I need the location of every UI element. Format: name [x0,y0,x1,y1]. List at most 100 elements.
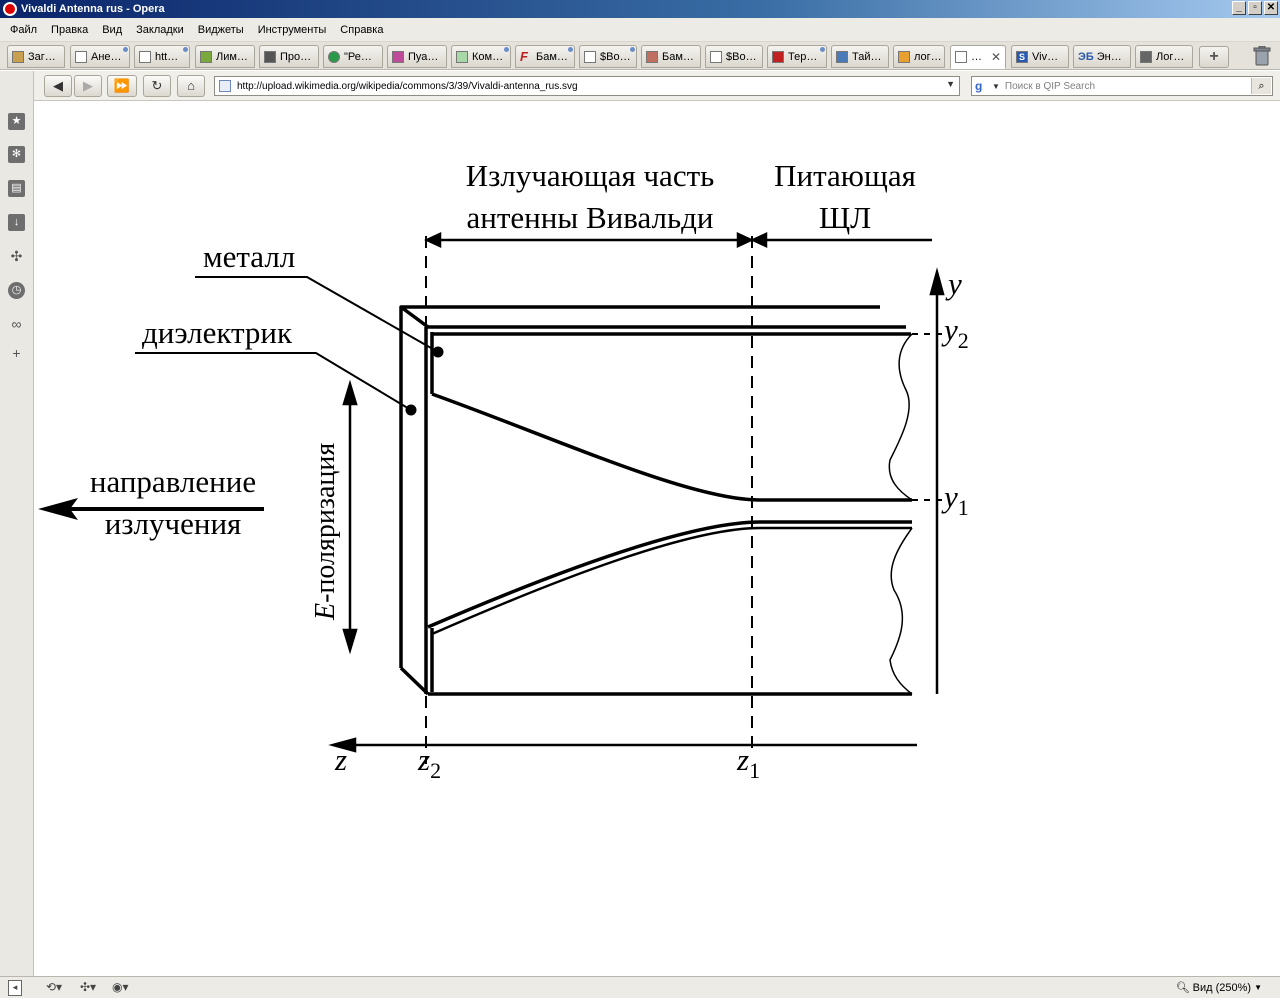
window-titlebar: Vivaldi Antenna rus - Opera _ ▫ ✕ [0,0,1280,18]
tab-label: Тай… [852,50,882,63]
unite-icon[interactable]: ✣▾ [80,980,96,996]
upper-taper-curve [431,392,912,502]
tab-label: Про… [280,50,312,63]
url-text[interactable]: http://upload.wikimedia.org/wikipedia/co… [237,81,578,92]
bookmarks-icon[interactable]: ★ [8,113,25,130]
tab-12[interactable]: $Bo… [705,45,763,68]
turbo-icon[interactable]: ◉▾ [112,980,129,996]
tab-16-active[interactable]: … ✕ [950,45,1006,69]
search-input[interactable]: Поиск в QIP Search [1005,81,1095,92]
tab-7[interactable]: Пуа… [387,45,447,68]
search-button[interactable]: ⌕ [1251,78,1271,94]
heading-feed-line1: Питающая [774,158,916,193]
label-direction-line1: направление [90,464,256,499]
menu-edit[interactable]: Правка [44,24,95,36]
widgets-icon[interactable]: ✻ [8,146,25,163]
dimension-arrowhead [750,232,768,248]
forward-button[interactable]: ▶ [74,75,102,97]
notes-icon[interactable]: ▤ [8,180,25,197]
plant-icon [200,50,212,63]
tab-4[interactable]: Лим… [195,45,255,68]
tab-label: $Bo… [600,50,631,63]
dielectric-corner-top [399,305,430,329]
tab-13[interactable]: Тер… [767,45,827,68]
menu-file[interactable]: Файл [3,24,44,36]
tab-18[interactable]: ЭБ Эн… [1073,45,1131,68]
tab-11[interactable]: Бам… [641,45,701,68]
dimension-arrowhead [424,232,442,248]
tab-status-dot [504,47,509,52]
menu-help[interactable]: Справка [333,24,390,36]
lower-taper-outer [427,520,912,629]
links-icon[interactable]: ∞ [8,316,25,333]
zoom-icon: 🔍︎ [1175,982,1190,994]
leaf-icon [456,50,468,63]
axis-z-label: z [334,742,347,777]
search-engine-icon[interactable]: g [975,79,991,93]
zoom-control[interactable]: 🔍︎ Вид (250%) ▼ [1175,981,1262,995]
axis-y2-label: y2 [941,312,969,353]
downloads-icon[interactable]: ↓ [8,214,25,231]
menu-tools[interactable]: Инструменты [251,24,334,36]
eb-icon: ЭБ [1078,50,1094,63]
tab-8[interactable]: Ком… [451,45,511,68]
tab-2[interactable]: Ане… [70,45,130,68]
back-button[interactable]: ◀ [44,75,72,97]
tab-10[interactable]: $Bo… [579,45,637,68]
dielectric-callout [135,352,417,416]
tab-label: Заг… [28,50,56,63]
search-box[interactable]: g ▼ Поиск в QIP Search ⌕ [971,76,1273,96]
zoom-dropdown-icon[interactable]: ▼ [1254,983,1262,992]
label-direction-line2: излучения [105,506,242,541]
menu-bookmarks[interactable]: Закладки [129,24,191,36]
close-button[interactable]: ✕ [1264,1,1278,15]
menu-widgets[interactable]: Виджеты [191,24,251,36]
home-button[interactable]: ⌂ [177,75,205,97]
y-axis-arrowhead [929,267,945,296]
page-icon [75,50,87,63]
label-polarization: E-поляризация [310,443,341,621]
tab-label: $Bo… [726,50,757,63]
window-controls: _ ▫ ✕ [1232,1,1278,15]
tab-14[interactable]: Тай… [831,45,889,68]
page-icon [710,50,722,63]
tab-9[interactable]: F Бам… [515,45,575,68]
reload-button[interactable]: ↻ [143,75,171,97]
add-panel-icon[interactable]: + [8,345,25,362]
tab-15[interactable]: лог… [893,45,945,68]
minimize-button[interactable]: _ [1232,1,1246,15]
tab-label: Ане… [91,50,122,63]
menu-view[interactable]: Вид [95,24,129,36]
panel-toggle-icon[interactable]: ◂ [8,980,22,996]
menu-bar: Файл Правка Вид Закладки Виджеты Инструм… [0,18,1280,42]
antenna-body [399,305,912,696]
tab-3[interactable]: htt… [134,45,190,68]
url-dropdown-icon[interactable]: ▼ [946,79,955,89]
axis-z1-label: z1 [736,742,760,783]
tab-17[interactable]: S Viv… [1011,45,1069,68]
status-bar: ◂ ⟲▾ ✣▾ ◉▾ 🔍︎ Вид (250%) ▼ [0,976,1280,998]
axis-z2-label: z2 [417,742,441,783]
sync-icon[interactable]: ⟲▾ [46,980,62,996]
history-icon[interactable]: ◷ [8,282,25,299]
tab-5[interactable]: Про… [259,45,319,68]
transfers-icon[interactable]: ✣ [8,248,25,265]
tab-close-icon[interactable]: ✕ [991,50,1001,64]
fast-forward-button[interactable]: ⏩ [107,75,137,97]
search-engine-dropdown-icon[interactable]: ▼ [992,82,1000,91]
maximize-button[interactable]: ▫ [1248,1,1262,15]
tab-label: Viv… [1032,50,1059,63]
tab-label: … [971,51,982,63]
address-bar[interactable]: http://upload.wikimedia.org/wikipedia/co… [214,76,960,96]
label-dielectric: диэлектрик [142,315,293,350]
new-tab-button[interactable]: + [1199,46,1229,68]
trash-icon[interactable] [1253,46,1271,66]
tab-label: Эн… [1096,50,1122,63]
vivaldi-antenna-diagram: Излучающая часть антенны Вивальди Питающ… [38,158,969,783]
tab-19[interactable]: Лог… [1135,45,1193,68]
tab-6[interactable]: "Ре… [323,45,383,68]
google-icon [898,50,910,63]
y-axis [929,267,945,694]
polarization-arrowhead-bottom [342,628,358,655]
tab-1[interactable]: Заг… [7,45,65,68]
